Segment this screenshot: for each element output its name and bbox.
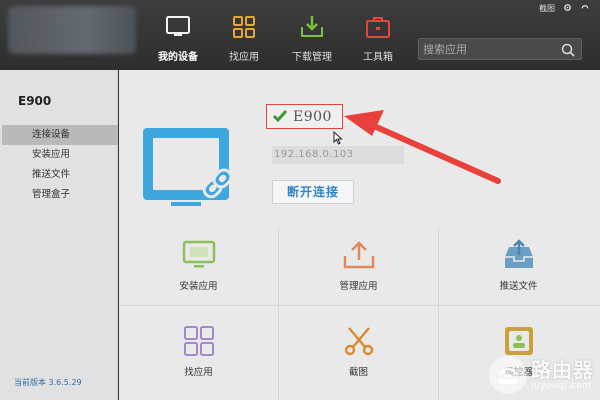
nav-label: 我的设备 bbox=[158, 52, 198, 63]
action-label: 推送文件 bbox=[499, 281, 538, 292]
action-push-files[interactable]: 推送文件 bbox=[439, 220, 598, 300]
check-icon bbox=[272, 107, 288, 126]
sidebar-item-install-apps[interactable]: 安装应用 bbox=[2, 145, 118, 165]
sidebar-menu: 连接设备 安装应用 推送文件 管理盒子 bbox=[2, 125, 118, 205]
grid-icon bbox=[231, 14, 257, 40]
action-label: 截图 bbox=[348, 367, 368, 378]
sidebar: E900 连接设备 安装应用 推送文件 管理盒子 当前版本 3.6.5.29 bbox=[0, 70, 118, 400]
toolbox-icon bbox=[365, 14, 391, 40]
gear-icon[interactable] bbox=[563, 3, 572, 14]
watermark: 路由器 luyouqi.com bbox=[489, 356, 594, 394]
nav-label: 工具箱 bbox=[363, 52, 393, 63]
feedback-icon[interactable] bbox=[580, 3, 590, 14]
tray-upload-icon bbox=[502, 238, 536, 272]
nav-toolbox[interactable]: 工具箱 bbox=[348, 14, 408, 63]
action-manage-apps[interactable]: 管理应用 bbox=[279, 220, 438, 300]
sidebar-device-name: E900 bbox=[18, 94, 52, 108]
grid-icon bbox=[182, 324, 216, 358]
download-icon bbox=[299, 14, 325, 40]
action-screenshot[interactable]: 截图 bbox=[279, 306, 438, 386]
sidebar-item-connect-device[interactable]: 连接设备 bbox=[2, 125, 118, 145]
nav-label: 找应用 bbox=[229, 52, 259, 63]
nav-find-apps[interactable]: 找应用 bbox=[214, 14, 274, 63]
top-bar: 我的设备 找应用 下载管理 工具箱 截图 bbox=[0, 0, 600, 77]
main-panel: E900 192.168.0.103 断开连接 安装应用 管理应用 推送文件 找… bbox=[119, 70, 600, 400]
disconnect-button[interactable]: 断开连接 bbox=[272, 180, 354, 204]
sidebar-item-manage-box[interactable]: 管理盒子 bbox=[2, 185, 118, 205]
action-label: 安装应用 bbox=[179, 281, 218, 292]
action-label: 找应用 bbox=[184, 367, 213, 378]
upload-icon bbox=[342, 238, 376, 272]
window-controls: 截图 bbox=[539, 3, 590, 14]
version-label: 当前版本 3.6.5.29 bbox=[14, 378, 82, 387]
remote-icon bbox=[502, 324, 536, 358]
action-install-apps[interactable]: 安装应用 bbox=[119, 220, 278, 300]
watermark-text: 路由器 bbox=[531, 358, 594, 382]
app-logo bbox=[8, 6, 136, 54]
device-ip-address: 192.168.0.103 bbox=[272, 146, 404, 164]
action-label: 管理应用 bbox=[339, 281, 378, 292]
nav-my-device[interactable]: 我的设备 bbox=[148, 14, 208, 77]
scissors-icon bbox=[342, 324, 376, 358]
watermark-url: luyouqi.com bbox=[531, 381, 592, 391]
nav-download-manager[interactable]: 下载管理 bbox=[282, 14, 342, 63]
connected-device-badge: E900 bbox=[266, 104, 343, 129]
sidebar-item-push-files[interactable]: 推送文件 bbox=[2, 165, 118, 185]
device-icon bbox=[165, 14, 191, 40]
search-box[interactable] bbox=[418, 38, 582, 60]
device-name: E900 bbox=[293, 108, 332, 125]
screenshot-link[interactable]: 截图 bbox=[539, 3, 555, 14]
router-logo-icon bbox=[489, 356, 527, 394]
action-find-apps[interactable]: 找应用 bbox=[119, 306, 278, 386]
nav-label: 下载管理 bbox=[292, 52, 332, 63]
search-input[interactable] bbox=[423, 41, 553, 57]
search-icon[interactable] bbox=[561, 42, 575, 61]
connected-device-illustration bbox=[141, 126, 253, 226]
monitor-icon bbox=[182, 238, 216, 272]
